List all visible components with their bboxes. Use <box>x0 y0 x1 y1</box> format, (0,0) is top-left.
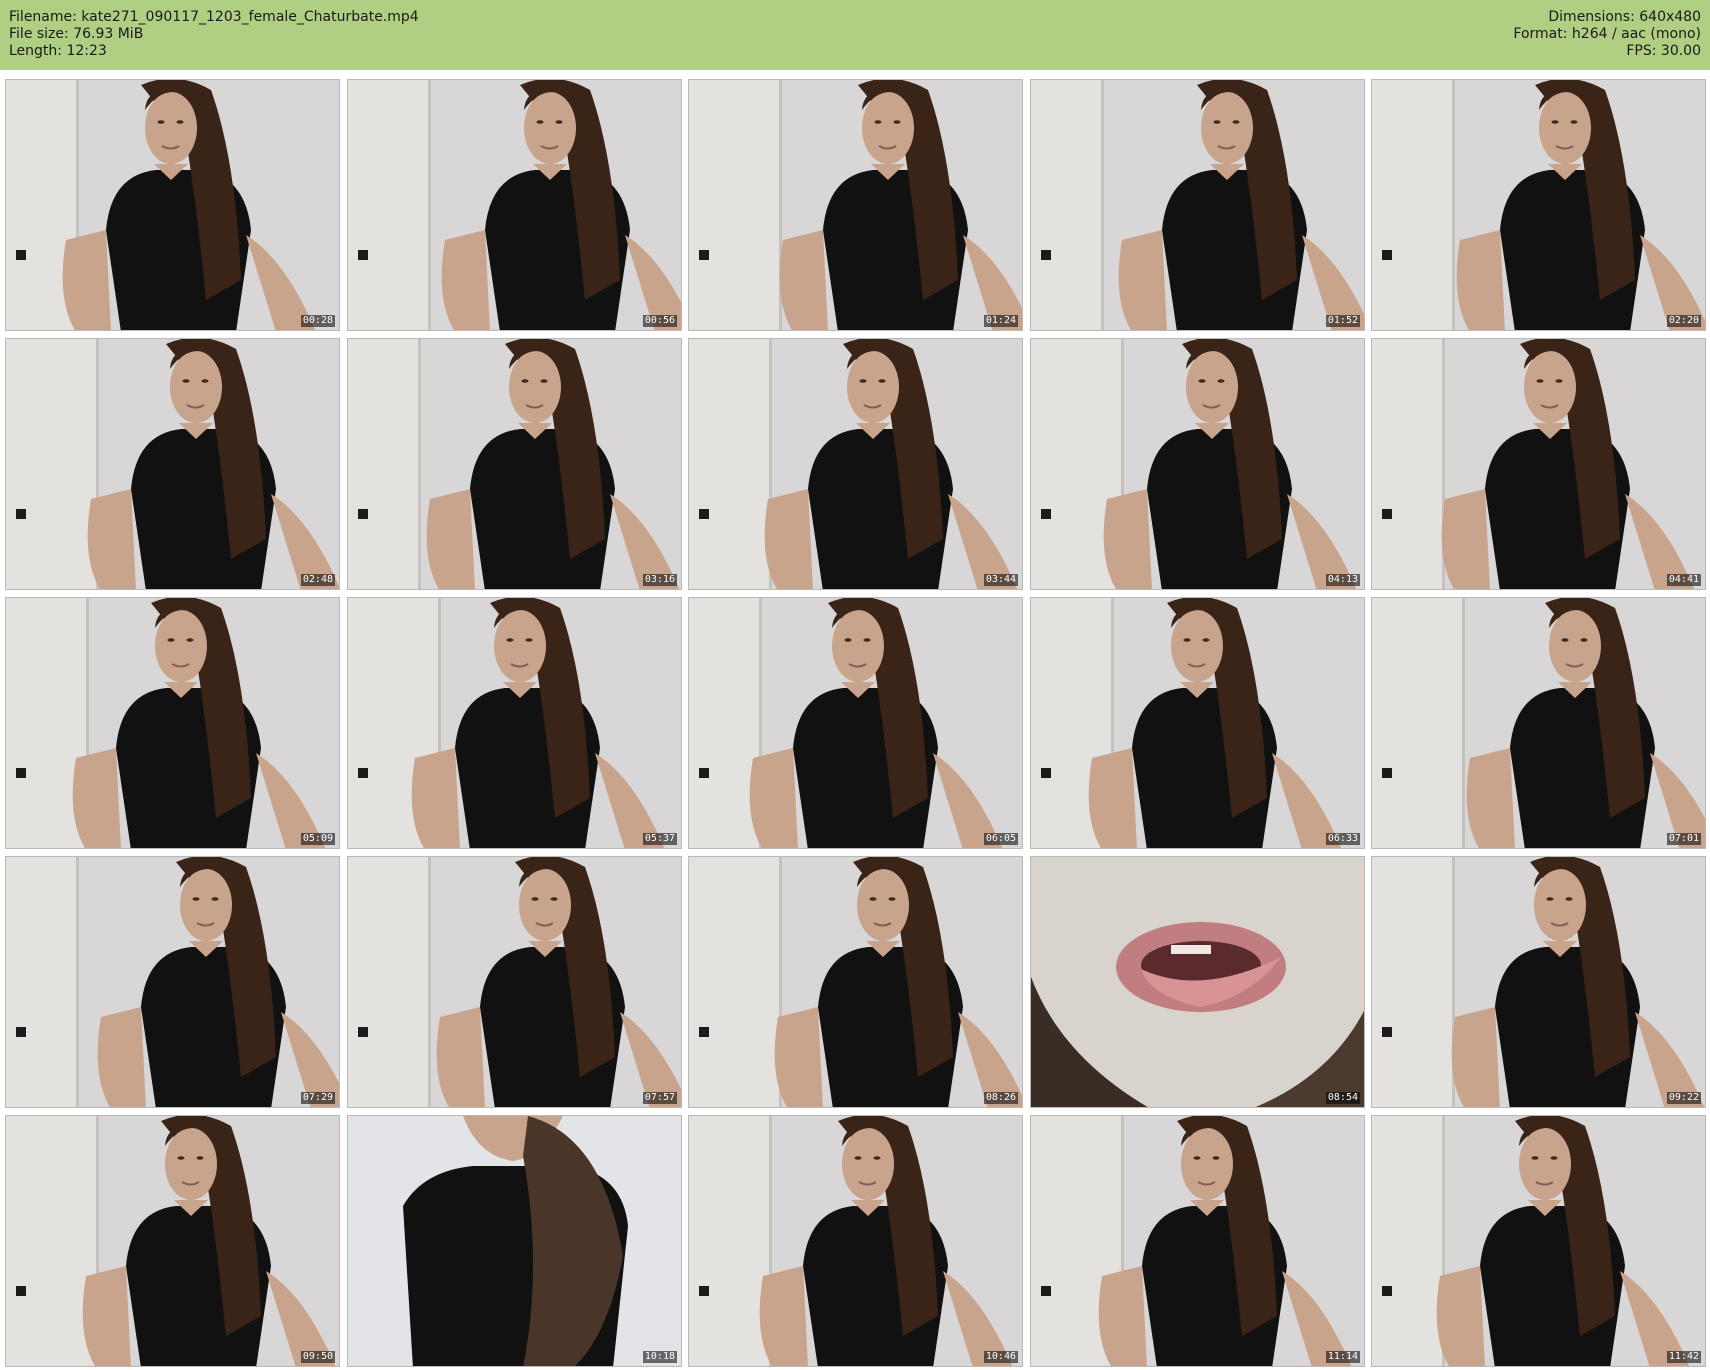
frame-image <box>689 80 1022 330</box>
length-text: Length: 12:23 <box>9 43 107 59</box>
thumbnail-frame: 00:28 <box>5 79 340 331</box>
frame-image <box>1031 339 1364 589</box>
thumbnail-frame: 06:33 <box>1030 597 1365 849</box>
timestamp-label: 06:33 <box>1325 833 1360 845</box>
timestamp-label: 00:56 <box>642 315 677 327</box>
timestamp-label: 10:18 <box>642 1351 677 1363</box>
info-header: Filename: kate271_090117_1203_female_Cha… <box>0 0 1710 70</box>
thumbnail-frame: 06:05 <box>688 597 1023 849</box>
thumbnail-frame: 10:46 <box>688 1115 1023 1367</box>
thumbnail-frame: 04:41 <box>1371 338 1706 590</box>
timestamp-label: 07:57 <box>642 1092 677 1104</box>
format-text: Format: h264 / aac (mono) <box>1513 26 1701 42</box>
frame-image <box>1372 857 1705 1107</box>
fps-text: FPS: 30.00 <box>1626 43 1701 59</box>
filename-text: Filename: kate271_090117_1203_female_Cha… <box>9 9 419 25</box>
thumbnail-frame: 11:42 <box>1371 1115 1706 1367</box>
frame-image <box>6 598 339 848</box>
timestamp-label: 03:16 <box>642 574 677 586</box>
filesize-text: File size: 76.93 MiB <box>9 26 144 42</box>
thumbnail-grid: 00:28 00:56 01:24 01:52 02:20 02:48 03:1… <box>0 79 1710 1370</box>
timestamp-label: 06:05 <box>983 833 1018 845</box>
frame-image <box>348 1116 681 1366</box>
timestamp-label: 05:37 <box>642 833 677 845</box>
thumbnail-frame: 02:20 <box>1371 79 1706 331</box>
timestamp-label: 03:44 <box>983 574 1018 586</box>
frame-image <box>1031 598 1364 848</box>
timestamp-label: 08:26 <box>983 1092 1018 1104</box>
timestamp-label: 11:42 <box>1666 1351 1701 1363</box>
thumbnail-frame: 07:29 <box>5 856 340 1108</box>
timestamp-label: 05:09 <box>300 833 335 845</box>
frame-image <box>689 339 1022 589</box>
frame-image <box>6 339 339 589</box>
thumbnail-frame: 02:48 <box>5 338 340 590</box>
timestamp-label: 08:54 <box>1325 1092 1360 1104</box>
frame-image <box>689 1116 1022 1366</box>
file-info: Filename: kate271_090117_1203_female_Cha… <box>9 9 419 60</box>
frame-image <box>689 857 1022 1107</box>
frame-image <box>348 857 681 1107</box>
thumbnail-frame: 01:24 <box>688 79 1023 331</box>
frame-image <box>1372 598 1705 848</box>
timestamp-label: 04:41 <box>1666 574 1701 586</box>
frame-image <box>1031 80 1364 330</box>
frame-image <box>1372 80 1705 330</box>
frame-image <box>348 339 681 589</box>
timestamp-label: 02:20 <box>1666 315 1701 327</box>
frame-image <box>348 80 681 330</box>
frame-image <box>6 1116 339 1366</box>
thumbnail-frame: 09:50 <box>5 1115 340 1367</box>
timestamp-label: 11:14 <box>1325 1351 1360 1363</box>
frame-image <box>1031 1116 1364 1366</box>
timestamp-label: 09:50 <box>300 1351 335 1363</box>
timestamp-label: 07:01 <box>1666 833 1701 845</box>
thumbnail-frame: 04:13 <box>1030 338 1365 590</box>
frame-image <box>348 598 681 848</box>
timestamp-label: 09:22 <box>1666 1092 1701 1104</box>
thumbnail-frame: 03:16 <box>347 338 682 590</box>
thumbnail-frame: 00:56 <box>347 79 682 331</box>
frame-image <box>1031 857 1364 1107</box>
thumbnail-frame: 01:52 <box>1030 79 1365 331</box>
timestamp-label: 04:13 <box>1325 574 1360 586</box>
timestamp-label: 10:46 <box>983 1351 1018 1363</box>
thumbnail-frame: 03:44 <box>688 338 1023 590</box>
frame-image <box>689 598 1022 848</box>
stream-info: Dimensions: 640x480 Format: h264 / aac (… <box>1513 9 1701 60</box>
timestamp-label: 07:29 <box>300 1092 335 1104</box>
thumbnail-frame: 11:14 <box>1030 1115 1365 1367</box>
thumbnail-frame: 07:57 <box>347 856 682 1108</box>
frame-image <box>1372 339 1705 589</box>
dimensions-text: Dimensions: 640x480 <box>1548 9 1701 25</box>
thumbnail-frame: 09:22 <box>1371 856 1706 1108</box>
timestamp-label: 00:28 <box>300 315 335 327</box>
timestamp-label: 02:48 <box>300 574 335 586</box>
thumbnail-frame: 08:54 <box>1030 856 1365 1108</box>
thumbnail-frame: 08:26 <box>688 856 1023 1108</box>
timestamp-label: 01:52 <box>1325 315 1360 327</box>
frame-image <box>6 80 339 330</box>
thumbnail-frame: 05:37 <box>347 597 682 849</box>
thumbnail-frame: 10:18 <box>347 1115 682 1367</box>
thumbnail-frame: 07:01 <box>1371 597 1706 849</box>
timestamp-label: 01:24 <box>983 315 1018 327</box>
thumbnail-frame: 05:09 <box>5 597 340 849</box>
frame-image <box>1372 1116 1705 1366</box>
frame-image <box>6 857 339 1107</box>
